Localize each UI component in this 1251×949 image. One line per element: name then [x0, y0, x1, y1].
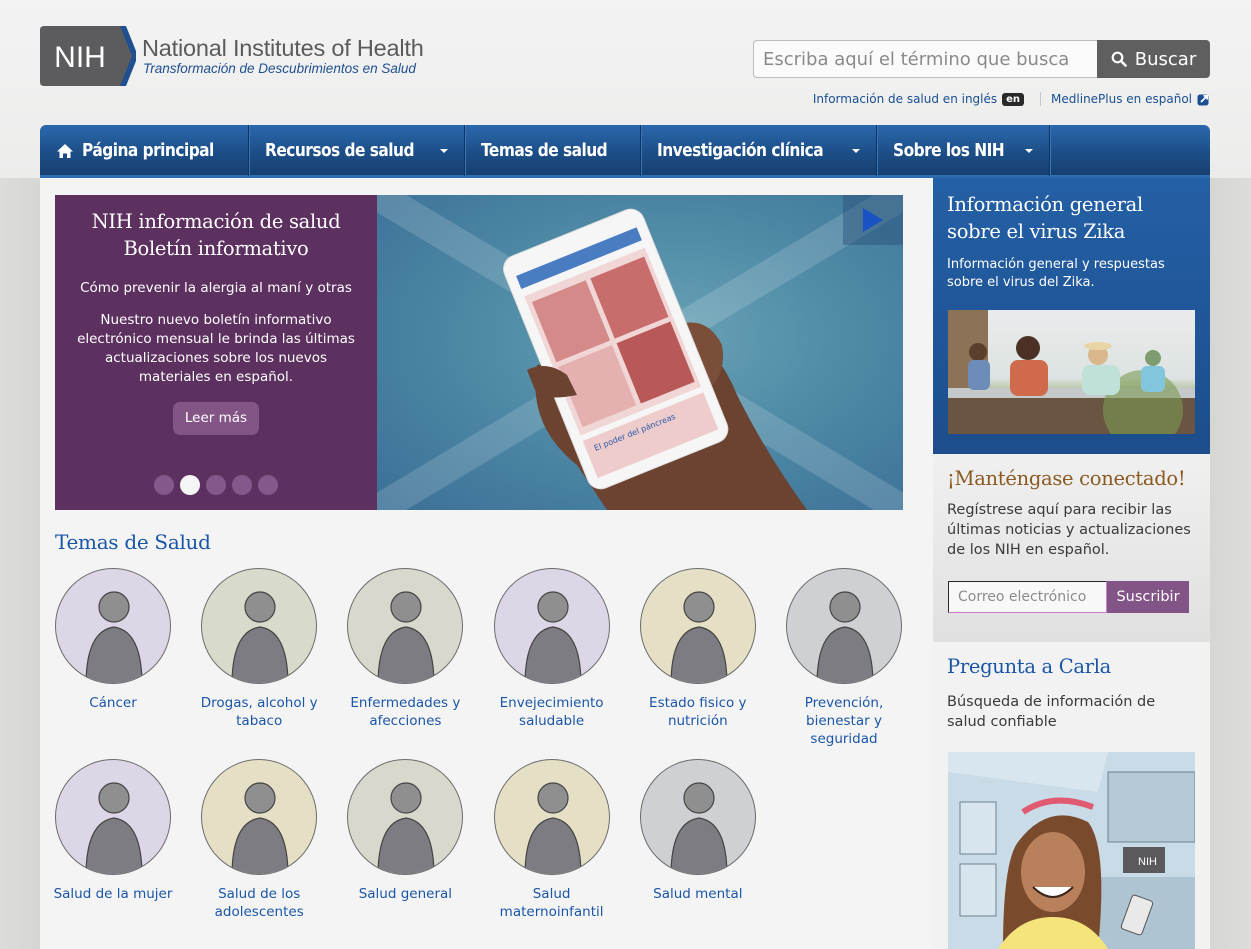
logo-subtitle: Transformación de Descubrimientos en Sal…: [143, 61, 416, 76]
caret-down-icon: [440, 148, 449, 153]
health-topic-illustration: [201, 568, 318, 684]
carousel-image[interactable]: El poder del páncreas: [369, 195, 903, 510]
search-form: Buscar: [753, 40, 1210, 78]
newsletter-signup: ¡Manténgase conectado! Regístrese aquí p…: [933, 454, 1210, 642]
play-icon: [863, 208, 883, 232]
health-topic-illustration: [201, 759, 318, 875]
zika-photo: [948, 310, 1195, 434]
health-topic-item[interactable]: Salud mental: [625, 759, 771, 903]
featured-carousel: NIH información de salud Boletín informa…: [55, 195, 903, 510]
carousel-indicators: [55, 475, 377, 495]
health-topic-illustration: [347, 759, 464, 875]
en-badge: en: [1002, 92, 1025, 106]
nih-logo[interactable]: NIH National Institutes of Health Transf…: [40, 26, 424, 86]
nav-item-health-topics[interactable]: Temas de salud: [465, 125, 642, 176]
connect-title: ¡Manténgase conectado!: [947, 467, 1186, 490]
health-topic-item[interactable]: Envejecimiento saludable: [479, 568, 625, 730]
health-topic-item[interactable]: Salud de la mujer: [40, 759, 186, 903]
carousel-dot[interactable]: [232, 475, 252, 495]
health-topic-label: Salud de la mujer: [53, 886, 173, 902]
health-topic-label: Envejecimiento saludable: [499, 695, 604, 729]
divider: [1040, 92, 1042, 106]
zika-text: Información general y respuestas sobre e…: [947, 257, 1165, 290]
nih-logo-mark: NIH: [40, 26, 136, 86]
ask-carla-promo[interactable]: Pregunta a Carla Búsqueda de información…: [933, 642, 1210, 949]
health-topics-heading: Temas de Salud: [55, 530, 211, 554]
health-topic-illustration: [639, 759, 756, 875]
health-topic-label: Estado fisico y nutrición: [649, 695, 747, 729]
svg-text:NIH: NIH: [54, 41, 106, 74]
subscribe-button[interactable]: Suscribir: [1107, 581, 1189, 613]
logo-title: National Institutes of Health: [142, 35, 424, 61]
health-topic-illustration: [55, 568, 171, 684]
health-topic-illustration: [786, 568, 902, 684]
nav-item-label: Temas de salud: [481, 140, 608, 161]
nav-item-about-nih[interactable]: Sobre los NIH: [877, 125, 1051, 176]
health-topic-label: Salud de los adolescentes: [214, 886, 304, 920]
carla-text: Búsqueda de información de salud confiab…: [947, 694, 1156, 730]
home-icon: [57, 143, 73, 158]
email-input[interactable]: [948, 581, 1107, 613]
health-topic-item[interactable]: Salud de los adolescentes: [186, 759, 332, 921]
nav-item-label: Página principal: [82, 140, 214, 161]
search-button[interactable]: Buscar: [1097, 40, 1210, 78]
nav-item-label: Investigación clínica: [657, 140, 824, 161]
search-icon: [1111, 51, 1127, 67]
nav-item-clinical-research[interactable]: Investigación clínica: [641, 125, 878, 176]
health-topic-label: Salud maternoinfantil: [499, 886, 604, 920]
health-topic-item[interactable]: Estado fisico y nutrición: [625, 568, 771, 730]
nav-item-label: Sobre los NIH: [893, 140, 1005, 161]
connect-text: Regístrese aquí para recibir las últimas…: [947, 502, 1191, 558]
svg-text:NIH: NIH: [1138, 856, 1157, 868]
carla-title: Pregunta a Carla: [947, 655, 1111, 678]
medlineplus-link[interactable]: MedlinePlus en español: [1051, 92, 1210, 106]
health-topic-illustration: [493, 759, 610, 875]
nav-item-home[interactable]: Página principal: [40, 125, 249, 176]
carousel-dot[interactable]: [258, 475, 278, 495]
carla-illustration: NIH: [948, 752, 1195, 949]
zika-promo[interactable]: Información general sobre el virus Zika …: [933, 178, 1210, 454]
main-navigation: Página principal Recursos de salud Temas…: [40, 125, 1210, 178]
search-input[interactable]: [753, 40, 1097, 78]
carousel-title: NIH información de salud Boletín informa…: [91, 210, 341, 260]
subscribe-form: Suscribir: [948, 581, 1189, 613]
health-topic-item[interactable]: Salud general: [332, 759, 478, 903]
health-topic-item[interactable]: Drogas, alcohol y tabaco: [186, 568, 332, 730]
medlineplus-label: MedlinePlus en español: [1051, 92, 1192, 106]
health-topic-label: Salud general: [358, 886, 453, 902]
health-topic-illustration: [55, 759, 171, 875]
health-topic-item[interactable]: Salud maternoinfantil: [479, 759, 625, 921]
carousel-body: Nuestro nuevo boletín informativo electr…: [77, 312, 355, 385]
health-topic-illustration: [639, 568, 756, 684]
main-content: NIH información de salud Boletín informa…: [40, 178, 933, 949]
nav-item-label: Recursos de salud: [264, 140, 414, 161]
carousel-slide-caption: NIH información de salud Boletín informa…: [55, 195, 377, 510]
carousel-dot-active[interactable]: [180, 475, 200, 495]
carousel-dot[interactable]: [154, 475, 174, 495]
zika-title: Información general sobre el virus Zika: [947, 193, 1143, 243]
health-topic-illustration: [347, 568, 464, 684]
carousel-subtitle: Cómo prevenir la alergia al maní y otras: [80, 280, 352, 296]
health-topic-illustration: [493, 568, 610, 684]
carousel-play-button[interactable]: [843, 195, 903, 245]
health-topic-label: Salud mental: [653, 886, 743, 902]
nav-item-health-resources[interactable]: Recursos de salud: [249, 125, 466, 176]
read-more-button[interactable]: Leer más: [172, 402, 260, 435]
health-topic-item[interactable]: Enfermedades y afecciones: [332, 568, 478, 730]
caret-down-icon: [1025, 148, 1034, 153]
health-topic-label: Drogas, alcohol y tabaco: [200, 695, 318, 729]
search-button-label: Buscar: [1134, 48, 1197, 70]
english-health-info-label: Información de salud en inglés: [812, 92, 998, 106]
health-topic-item[interactable]: Prevención, bienestar y seguridad: [771, 568, 917, 748]
health-topic-item[interactable]: Cáncer: [40, 568, 186, 712]
utility-links: Información de salud en inglés en Medlin…: [813, 92, 1210, 106]
health-topic-label: Prevención, bienestar y seguridad: [804, 695, 884, 747]
carousel-dot[interactable]: [206, 475, 226, 495]
phone-in-hand-illustration: El poder del páncreas: [369, 195, 903, 510]
health-topic-label: Cáncer: [89, 695, 137, 711]
health-topic-label: Enfermedades y afecciones: [350, 695, 461, 729]
caret-down-icon: [852, 148, 861, 153]
external-link-icon: [1197, 94, 1209, 105]
english-health-info-link[interactable]: Información de salud en inglés en: [812, 92, 1025, 106]
